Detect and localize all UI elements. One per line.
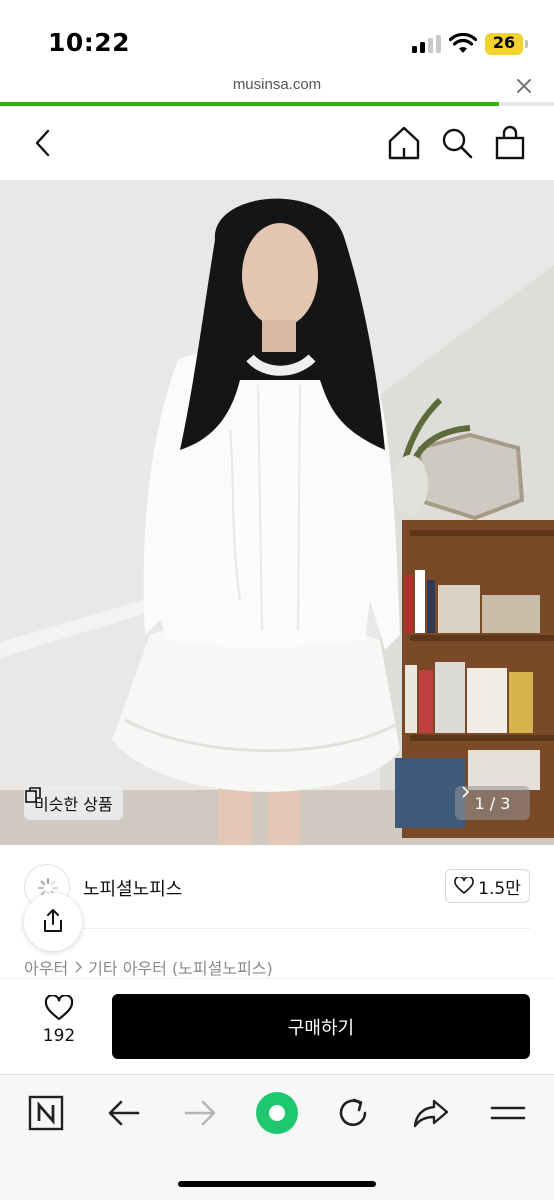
wishlist-button[interactable]: 192 — [34, 995, 84, 1055]
url-bar[interactable]: musinsa.com — [0, 72, 554, 104]
cellular-signal-icon — [412, 35, 442, 53]
breadcrumb-item[interactable]: 기타 아우터 (노피셜노피스) — [88, 955, 273, 979]
shopping-bag-icon[interactable] — [492, 124, 528, 162]
search-icon[interactable] — [439, 124, 475, 162]
copy-icon — [25, 787, 41, 803]
forward-arrow-icon[interactable] — [180, 1093, 220, 1133]
wishlist-count: 192 — [42, 1026, 76, 1046]
breadcrumb: 아우터 기타 아우터 (노피셜노피스) — [24, 955, 273, 979]
green-dot-icon[interactable] — [255, 1091, 299, 1135]
heart-icon — [44, 995, 74, 1021]
home-indicator — [178, 1181, 376, 1187]
similar-products-button[interactable]: 비슷한 상품 — [24, 786, 123, 820]
brand-name[interactable]: 노피셜노피스 — [83, 875, 182, 901]
buy-button[interactable]: 구매하기 — [112, 994, 530, 1059]
brand-like-button[interactable]: 1.5만 — [445, 869, 530, 903]
app-header — [0, 106, 554, 180]
reload-icon[interactable] — [333, 1093, 373, 1133]
product-photo — [0, 180, 554, 845]
breadcrumb-item[interactable]: 아우터 — [24, 955, 68, 979]
brand-like-count: 1.5만 — [478, 878, 521, 899]
naver-n-icon[interactable] — [26, 1093, 66, 1133]
wifi-icon — [449, 33, 477, 53]
chevron-left-icon[interactable] — [30, 126, 56, 160]
home-icon[interactable] — [386, 124, 422, 162]
product-image[interactable]: 비슷한 상품 1 / 3 — [0, 180, 554, 845]
battery-tip — [525, 40, 528, 48]
battery-icon: 26 — [485, 33, 523, 55]
share-icon — [44, 909, 62, 932]
share-arrow-icon[interactable] — [411, 1093, 451, 1133]
heart-icon — [454, 877, 474, 894]
image-page-indicator[interactable]: 1 / 3 — [455, 786, 530, 820]
battery-level: 26 — [492, 33, 516, 52]
chevron-right-icon — [75, 961, 83, 973]
status-time: 10:22 — [48, 28, 131, 57]
back-arrow-icon[interactable] — [104, 1093, 144, 1133]
divider — [83, 928, 530, 929]
image-page-text: 1 / 3 — [474, 793, 511, 813]
menu-icon[interactable] — [488, 1093, 528, 1133]
chevron-right-icon — [462, 786, 469, 798]
status-bar: 10:22 26 — [0, 0, 554, 72]
similar-products-label: 비슷한 상품 — [34, 795, 113, 814]
purchase-bar: 192 구매하기 — [0, 978, 554, 1074]
share-button[interactable] — [24, 893, 82, 951]
brand-row[interactable]: 노피셜노피스 1.5만 — [0, 845, 554, 930]
buy-button-label: 구매하기 — [287, 1017, 355, 1039]
close-icon[interactable] — [514, 76, 534, 96]
url-text[interactable]: musinsa.com — [0, 76, 554, 93]
